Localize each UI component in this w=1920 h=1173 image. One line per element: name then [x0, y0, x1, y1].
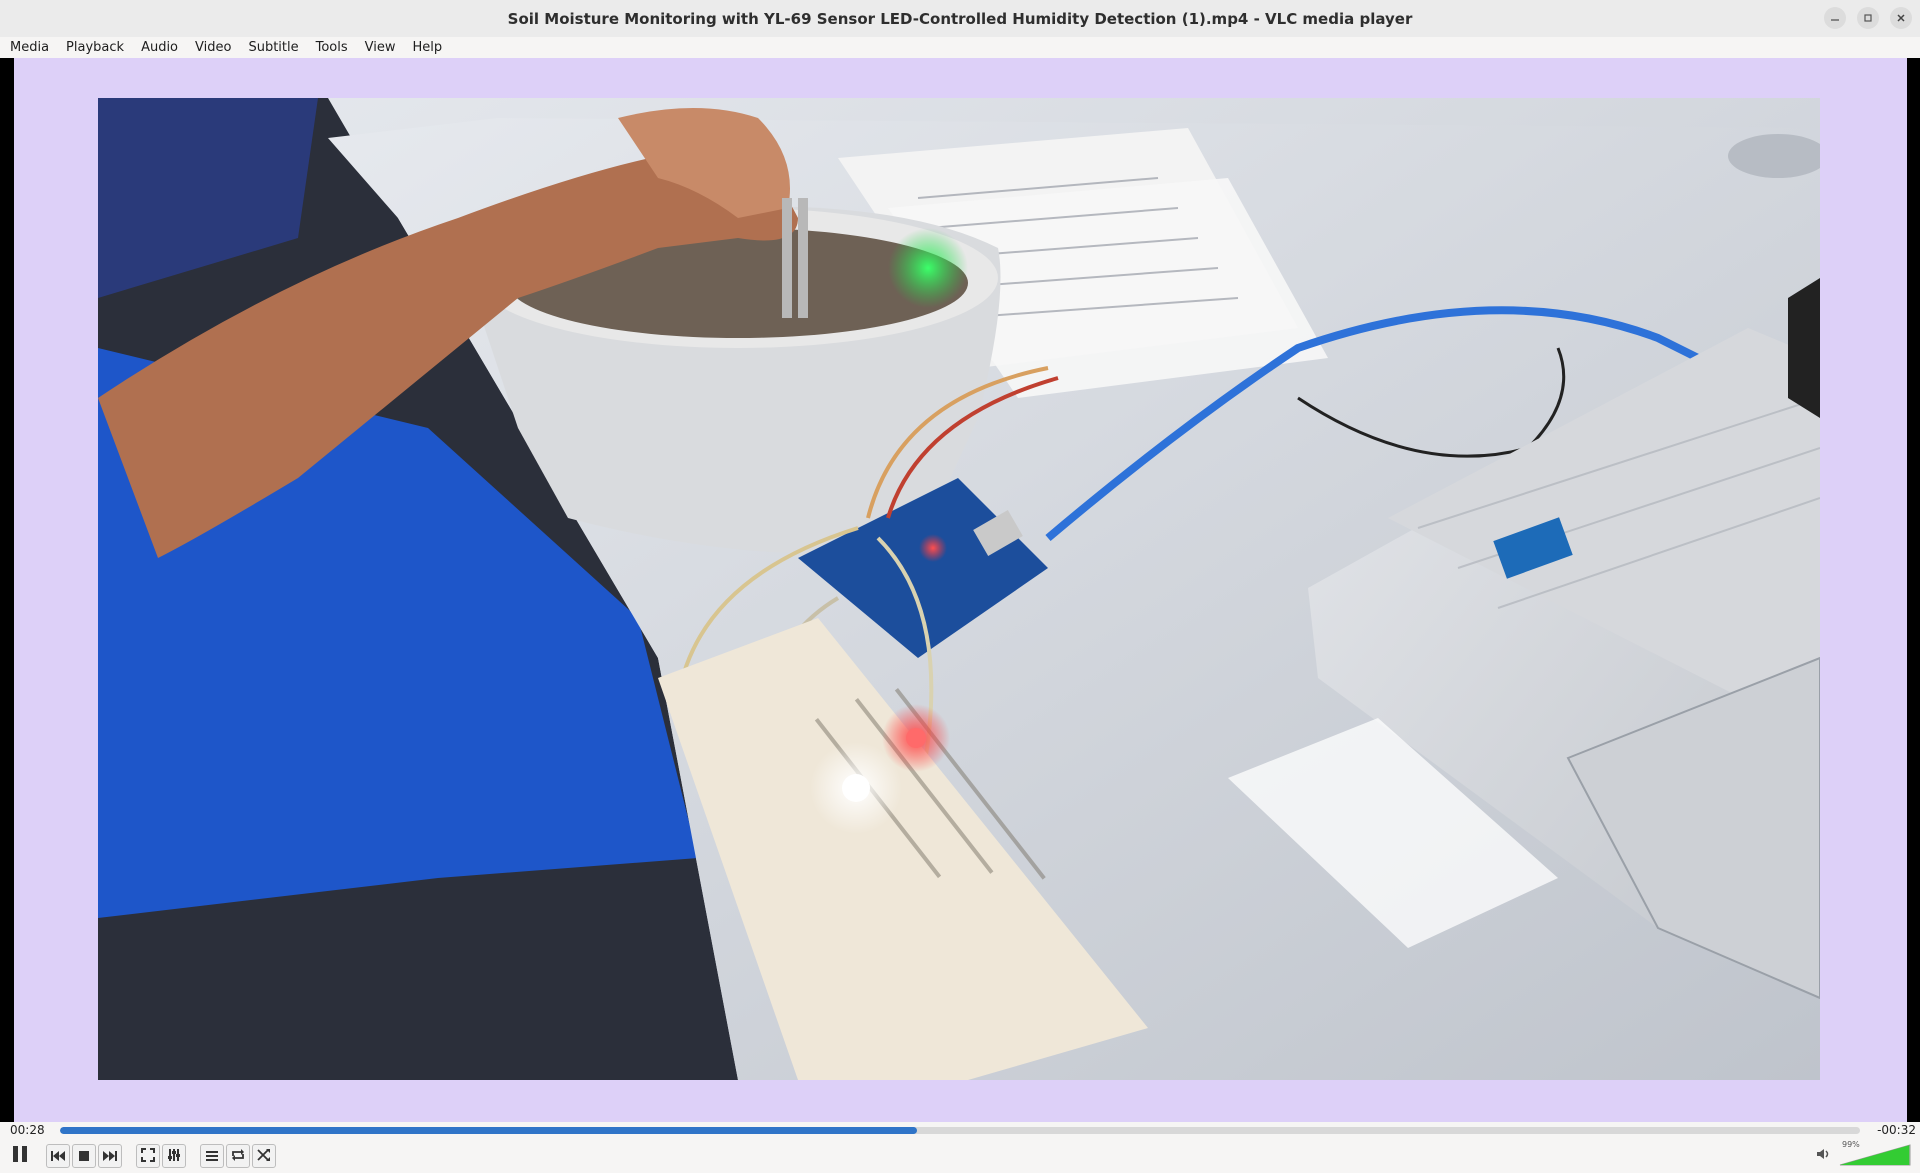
video-area[interactable]	[0, 58, 1920, 1122]
menu-bar: Media Playback Audio Video Subtitle Tool…	[0, 37, 1920, 58]
minimize-icon[interactable]	[1824, 7, 1846, 29]
seek-row: 00:28 -00:32	[0, 1122, 1920, 1138]
seek-slider[interactable]	[60, 1126, 1860, 1134]
video-edge-right	[1907, 58, 1920, 1122]
shuffle-button[interactable]	[252, 1144, 276, 1168]
window-controls	[1824, 7, 1912, 29]
fullscreen-button[interactable]	[136, 1144, 160, 1168]
controls-row: 99%	[0, 1140, 1920, 1171]
previous-icon	[50, 1147, 66, 1166]
extended-settings-button[interactable]	[162, 1144, 186, 1168]
next-icon	[102, 1147, 118, 1166]
close-icon[interactable]	[1890, 7, 1912, 29]
menu-video[interactable]: Video	[185, 40, 238, 55]
video-frame[interactable]	[98, 98, 1820, 1080]
playlist-button[interactable]	[200, 1144, 224, 1168]
pause-button[interactable]	[6, 1142, 34, 1170]
volume-control: 99%	[1816, 1140, 1912, 1167]
extended-settings-icon	[167, 1147, 181, 1166]
loop-icon	[230, 1147, 246, 1166]
title-bar: Soil Moisture Monitoring with YL-69 Sens…	[0, 0, 1920, 38]
menu-view[interactable]: View	[355, 40, 403, 55]
video-edge-left	[0, 58, 14, 1122]
volume-percent: 99%	[1842, 1140, 1860, 1149]
shuffle-icon	[256, 1147, 272, 1166]
menu-subtitle[interactable]: Subtitle	[238, 40, 305, 55]
playlist-icon	[205, 1147, 219, 1166]
menu-playback[interactable]: Playback	[56, 40, 131, 55]
volume-slider[interactable]: 99%	[1838, 1140, 1912, 1167]
previous-button[interactable]	[46, 1144, 70, 1168]
seek-progress-fill	[60, 1126, 917, 1134]
video-frame-image	[98, 98, 1820, 1080]
window-title: Soil Moisture Monitoring with YL-69 Sens…	[507, 9, 1413, 28]
remaining-time[interactable]: -00:32	[1870, 1123, 1920, 1137]
speaker-icon[interactable]	[1816, 1146, 1832, 1165]
fullscreen-icon	[141, 1147, 155, 1166]
pause-icon	[10, 1144, 30, 1168]
loop-button[interactable]	[226, 1144, 250, 1168]
menu-tools[interactable]: Tools	[306, 40, 355, 55]
stop-icon	[78, 1147, 90, 1166]
menu-media[interactable]: Media	[0, 40, 56, 55]
elapsed-time: 00:28	[10, 1123, 45, 1137]
menu-audio[interactable]: Audio	[131, 40, 185, 55]
menu-help[interactable]: Help	[403, 40, 450, 55]
next-button[interactable]	[98, 1144, 122, 1168]
stop-button[interactable]	[72, 1144, 96, 1168]
restore-icon[interactable]	[1857, 7, 1879, 29]
